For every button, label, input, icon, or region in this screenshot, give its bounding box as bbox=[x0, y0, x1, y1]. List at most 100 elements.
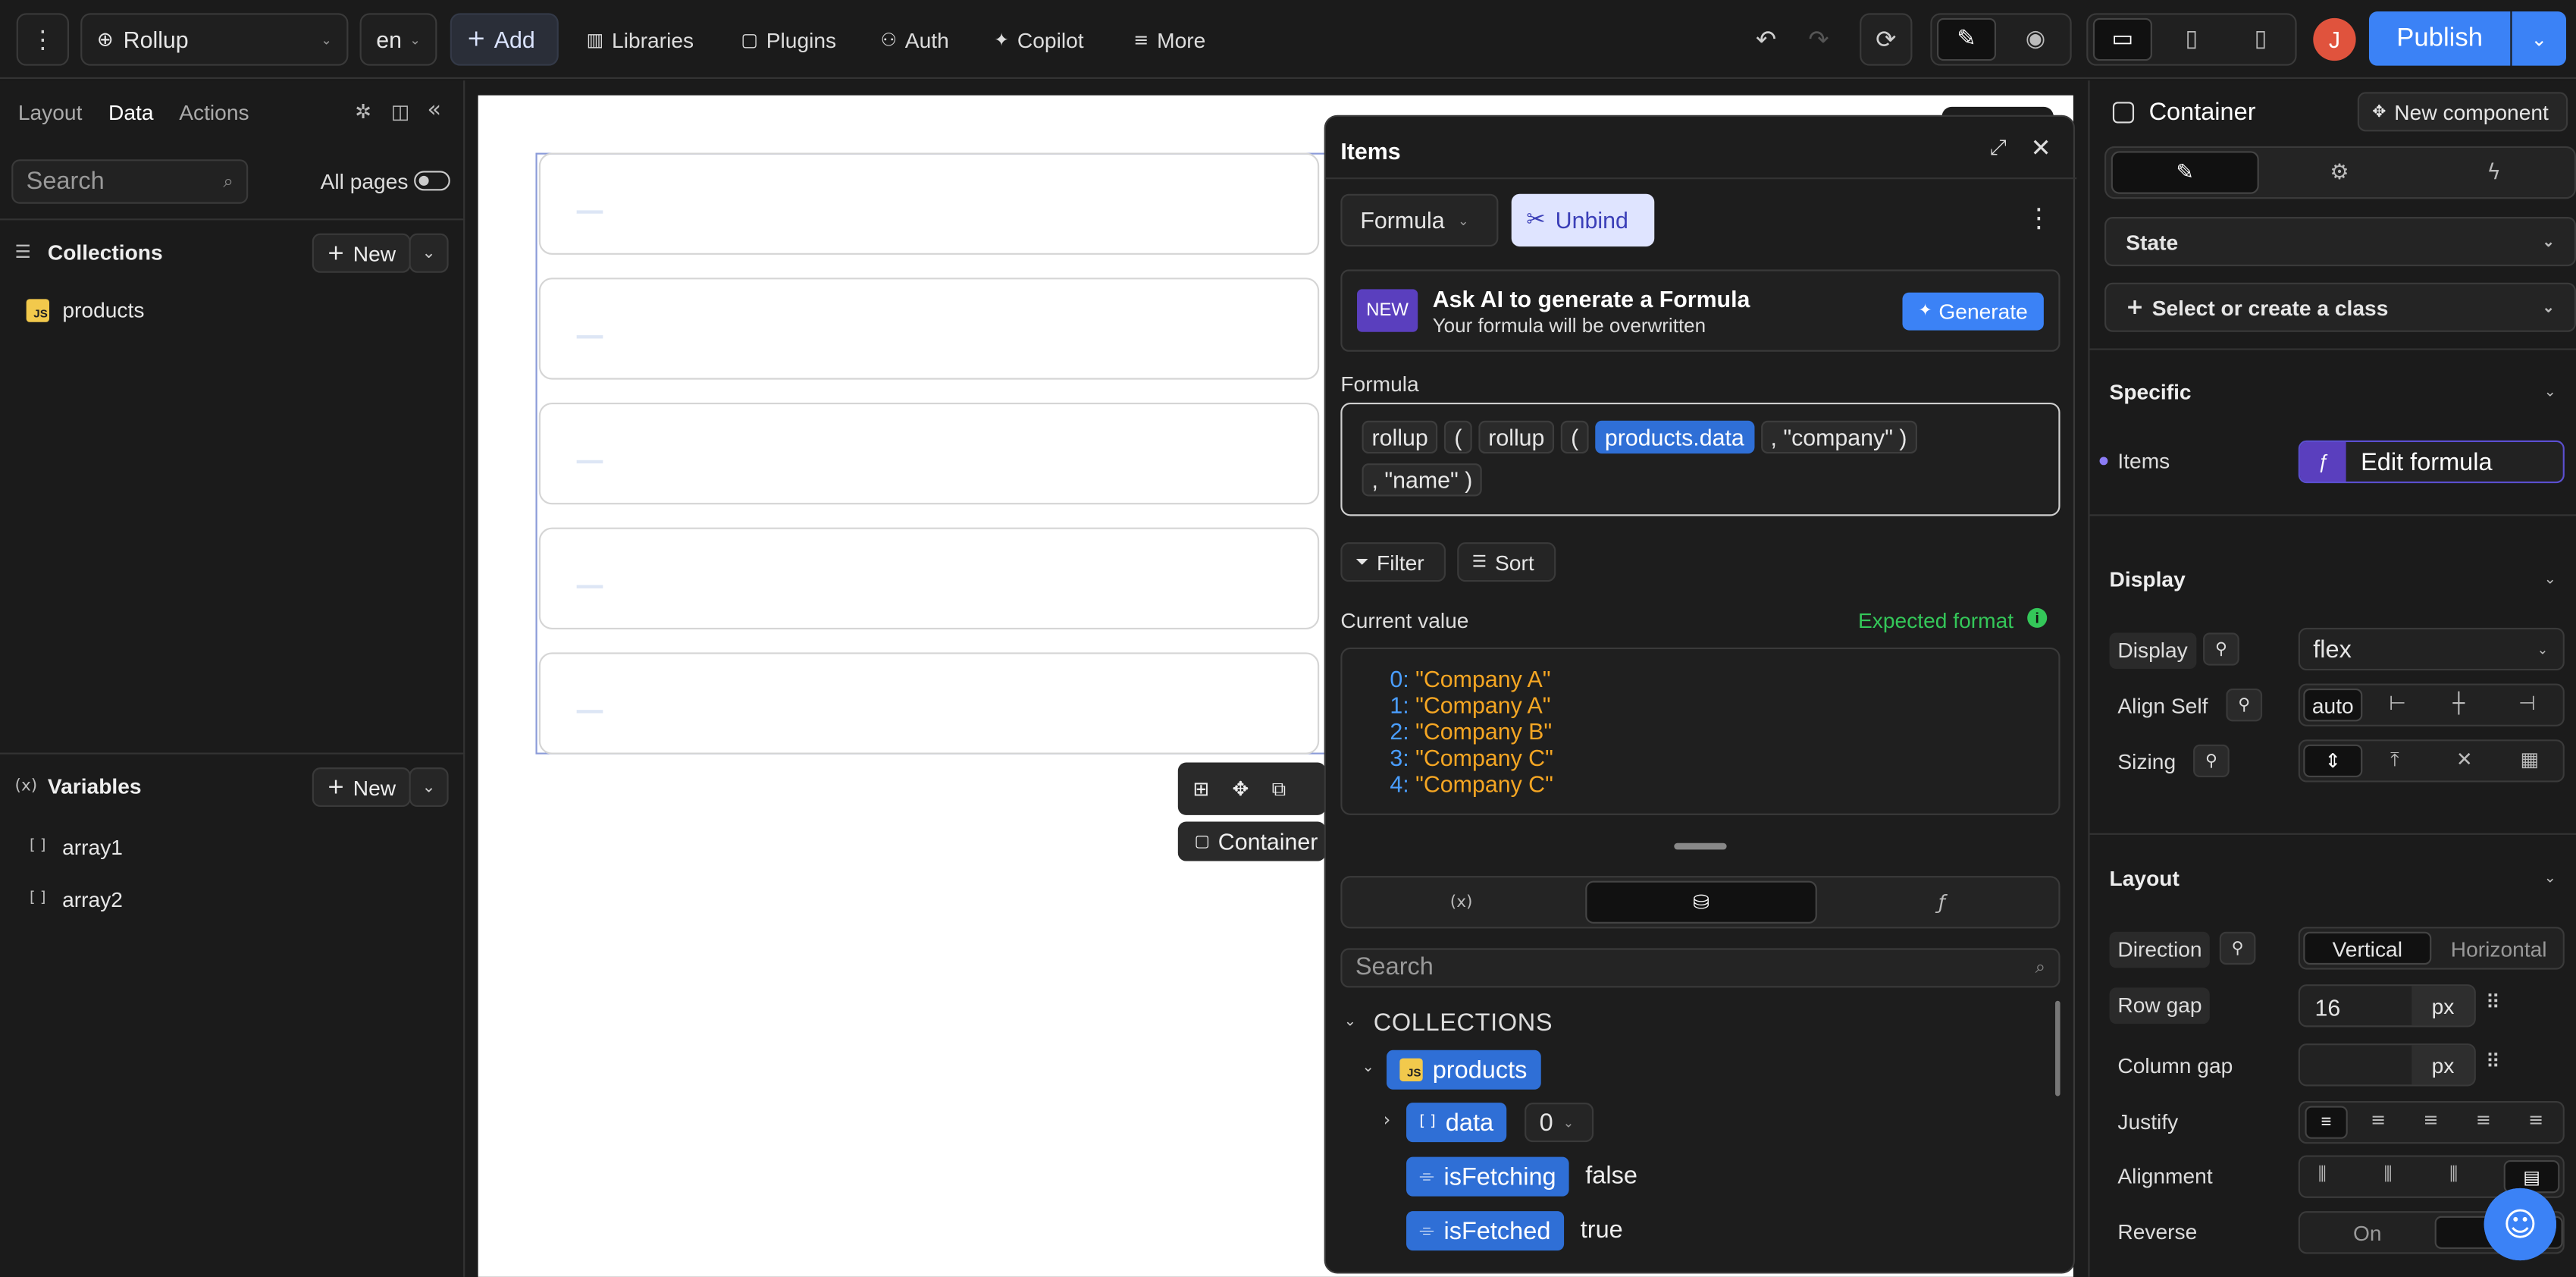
tab-variables[interactable]: (x) bbox=[1343, 877, 1581, 927]
new-collection-dropdown[interactable]: ⌄ bbox=[409, 233, 449, 273]
chevron-right-icon[interactable]: › bbox=[1384, 1109, 1391, 1131]
tree-item-isfetching[interactable]: ⌯ isFetching bbox=[1406, 1156, 1569, 1197]
list-item[interactable]: [ ] array2 bbox=[30, 887, 123, 912]
tree-collection-products[interactable]: JS products bbox=[1387, 1050, 1540, 1090]
section-layout[interactable]: Layout bbox=[2110, 866, 2180, 891]
bind-display-button[interactable]: ⚲ bbox=[2203, 632, 2239, 666]
align-items-center-icon[interactable]: ⫼ bbox=[2383, 1163, 2392, 1186]
section-specific[interactable]: Specific bbox=[2110, 380, 2192, 405]
repeated-item[interactable] bbox=[538, 278, 1320, 380]
preview-mode-button[interactable]: ◉ bbox=[2006, 18, 2065, 61]
class-select[interactable]: + Select or create a class ⌄ bbox=[2104, 282, 2576, 332]
filter-button[interactable]: ⏷ Filter bbox=[1340, 542, 1446, 582]
row-gap-input[interactable]: 16 px bbox=[2298, 984, 2476, 1028]
tab-actions[interactable]: Actions bbox=[179, 100, 249, 125]
more-vertical-icon[interactable]: ⋮ bbox=[2026, 202, 2052, 234]
display-select[interactable]: flex ⌄ bbox=[2298, 627, 2565, 671]
column-gap-input[interactable]: px bbox=[2298, 1043, 2476, 1087]
data-index-select[interactable]: 0 ⌄ bbox=[1525, 1103, 1594, 1143]
data-search-input[interactable]: Search ⌕ bbox=[11, 159, 249, 204]
bind-direction-button[interactable]: ⚲ bbox=[2219, 931, 2256, 965]
formula-token[interactable]: rollup bbox=[1362, 420, 1438, 454]
list-item[interactable]: JS products bbox=[26, 297, 144, 322]
new-variable-button[interactable]: + New bbox=[312, 767, 411, 808]
refresh-button[interactable]: ⟳ bbox=[1860, 13, 1913, 66]
insert-icon[interactable]: ⊞ bbox=[1192, 777, 1209, 800]
section-display[interactable]: Display bbox=[2110, 567, 2186, 592]
chevron-down-icon[interactable]: ⌄ bbox=[1344, 1014, 1356, 1031]
chevron-down-icon[interactable]: ⌄ bbox=[2544, 383, 2556, 401]
copilot-button[interactable]: ✦ Copilot bbox=[994, 13, 1084, 65]
repeated-item[interactable] bbox=[538, 402, 1320, 505]
panel-layout-icon[interactable]: ◫ bbox=[391, 100, 410, 123]
formula-token[interactable]: , "company" ) bbox=[1760, 420, 1917, 454]
plugins-button[interactable]: ▢ Plugins bbox=[741, 13, 836, 65]
formula-token[interactable]: rollup bbox=[1478, 420, 1555, 454]
publish-dropdown-button[interactable]: ⌄ bbox=[2512, 11, 2567, 66]
support-chat-button[interactable]: ☺ bbox=[2484, 1188, 2557, 1261]
direction-horizontal[interactable]: Horizontal bbox=[2435, 932, 2563, 965]
language-select[interactable]: en ⌄ bbox=[359, 13, 437, 66]
project-select[interactable]: ⊕ Rollup ⌄ bbox=[80, 13, 349, 66]
tab-settings[interactable]: ⚙ bbox=[2265, 151, 2413, 193]
formula-token[interactable]: , "name" ) bbox=[1362, 463, 1483, 497]
tab-data[interactable]: Data bbox=[108, 100, 154, 125]
drag-handle-icon[interactable]: ⠿ bbox=[2486, 1050, 2500, 1073]
avatar[interactable]: J bbox=[2313, 17, 2356, 61]
align-items-end-icon[interactable]: ⫼ bbox=[2449, 1163, 2458, 1186]
auth-button[interactable]: ⚇ Auth bbox=[881, 13, 949, 65]
tab-layout[interactable]: Layout bbox=[18, 100, 83, 125]
justify-around-icon[interactable]: ≡ bbox=[2528, 1109, 2543, 1131]
chevron-down-icon[interactable]: ⌄ bbox=[1362, 1060, 1374, 1077]
close-icon[interactable]: ✕ bbox=[2031, 133, 2051, 163]
sizing-fit-icon[interactable]: ⇕ bbox=[2303, 744, 2363, 778]
tree-item-isfetched[interactable]: ⌯ isFetched bbox=[1406, 1211, 1564, 1251]
tablet-view-button[interactable]: ▯ bbox=[2162, 18, 2221, 61]
reverse-on[interactable]: On bbox=[2303, 1216, 2431, 1249]
formula-token-variable[interactable]: products.data bbox=[1594, 420, 1754, 454]
all-pages-toggle[interactable] bbox=[414, 171, 450, 191]
list-item[interactable]: [ ] array1 bbox=[30, 835, 123, 860]
tab-style[interactable]: ✎ bbox=[2111, 151, 2259, 194]
justify-center-icon[interactable]: ≡ bbox=[2371, 1109, 2386, 1131]
main-menu-button[interactable]: ⋮ bbox=[16, 13, 70, 66]
chevron-down-icon[interactable]: ⌄ bbox=[2544, 570, 2556, 588]
container-tag[interactable]: ▢ Container bbox=[1177, 821, 1326, 861]
libraries-button[interactable]: ▥ Libraries bbox=[587, 13, 694, 65]
new-variable-dropdown[interactable]: ⌄ bbox=[409, 767, 449, 808]
repeated-item[interactable] bbox=[538, 652, 1320, 755]
tab-functions[interactable]: ƒ bbox=[1822, 877, 2061, 927]
edit-formula-button[interactable]: ƒ Edit formula bbox=[2298, 440, 2565, 484]
sort-button[interactable]: ☰ Sort bbox=[1457, 542, 1556, 582]
redo-button[interactable]: ↷ bbox=[1792, 13, 1844, 65]
generate-button[interactable]: ✦ Generate bbox=[1902, 292, 2044, 331]
align-items-start-icon[interactable]: ⫼ bbox=[2318, 1163, 2327, 1186]
sizing-fill-icon[interactable]: ⤒ bbox=[2390, 748, 2399, 773]
repeated-item[interactable] bbox=[538, 152, 1320, 255]
expected-format-label[interactable]: Expected format bbox=[1858, 608, 2013, 633]
chevron-down-icon[interactable]: ⌄ bbox=[2544, 869, 2556, 887]
more-button[interactable]: ≡ More bbox=[1133, 13, 1205, 65]
binding-mode-select[interactable]: Formula ⌄ bbox=[1340, 193, 1499, 247]
scrollbar[interactable] bbox=[2055, 1000, 2060, 1097]
source-search-input[interactable]: Search ⌕ bbox=[1340, 948, 2060, 988]
desktop-view-button[interactable]: ▭ bbox=[2092, 17, 2152, 61]
sizing-custom-icon[interactable]: ▦ bbox=[2520, 748, 2539, 770]
repeated-item[interactable] bbox=[538, 527, 1320, 629]
debug-icon[interactable]: ✲ bbox=[355, 100, 371, 123]
unit-label[interactable]: px bbox=[2411, 1045, 2474, 1085]
align-center-icon[interactable]: ┼ bbox=[2452, 692, 2465, 714]
collapse-panel-icon[interactable]: « bbox=[427, 97, 441, 124]
selected-container[interactable] bbox=[535, 152, 1390, 755]
resize-handle[interactable] bbox=[1674, 842, 1727, 850]
align-start-icon[interactable]: ⊢ bbox=[2389, 692, 2406, 714]
bind-sizing-button[interactable]: ⚲ bbox=[2193, 744, 2230, 778]
add-button[interactable]: + Add bbox=[450, 13, 559, 66]
unit-label[interactable]: px bbox=[2411, 986, 2474, 1026]
direction-vertical[interactable]: Vertical bbox=[2303, 931, 2432, 965]
info-icon[interactable]: i bbox=[2027, 607, 2048, 628]
sizing-none-icon[interactable]: ✕ bbox=[2456, 748, 2473, 770]
new-component-button[interactable]: ✥ New component bbox=[2357, 92, 2568, 132]
justify-start-icon[interactable]: ≡ bbox=[2305, 1106, 2348, 1139]
state-select[interactable]: State ⌄ bbox=[2104, 217, 2576, 267]
